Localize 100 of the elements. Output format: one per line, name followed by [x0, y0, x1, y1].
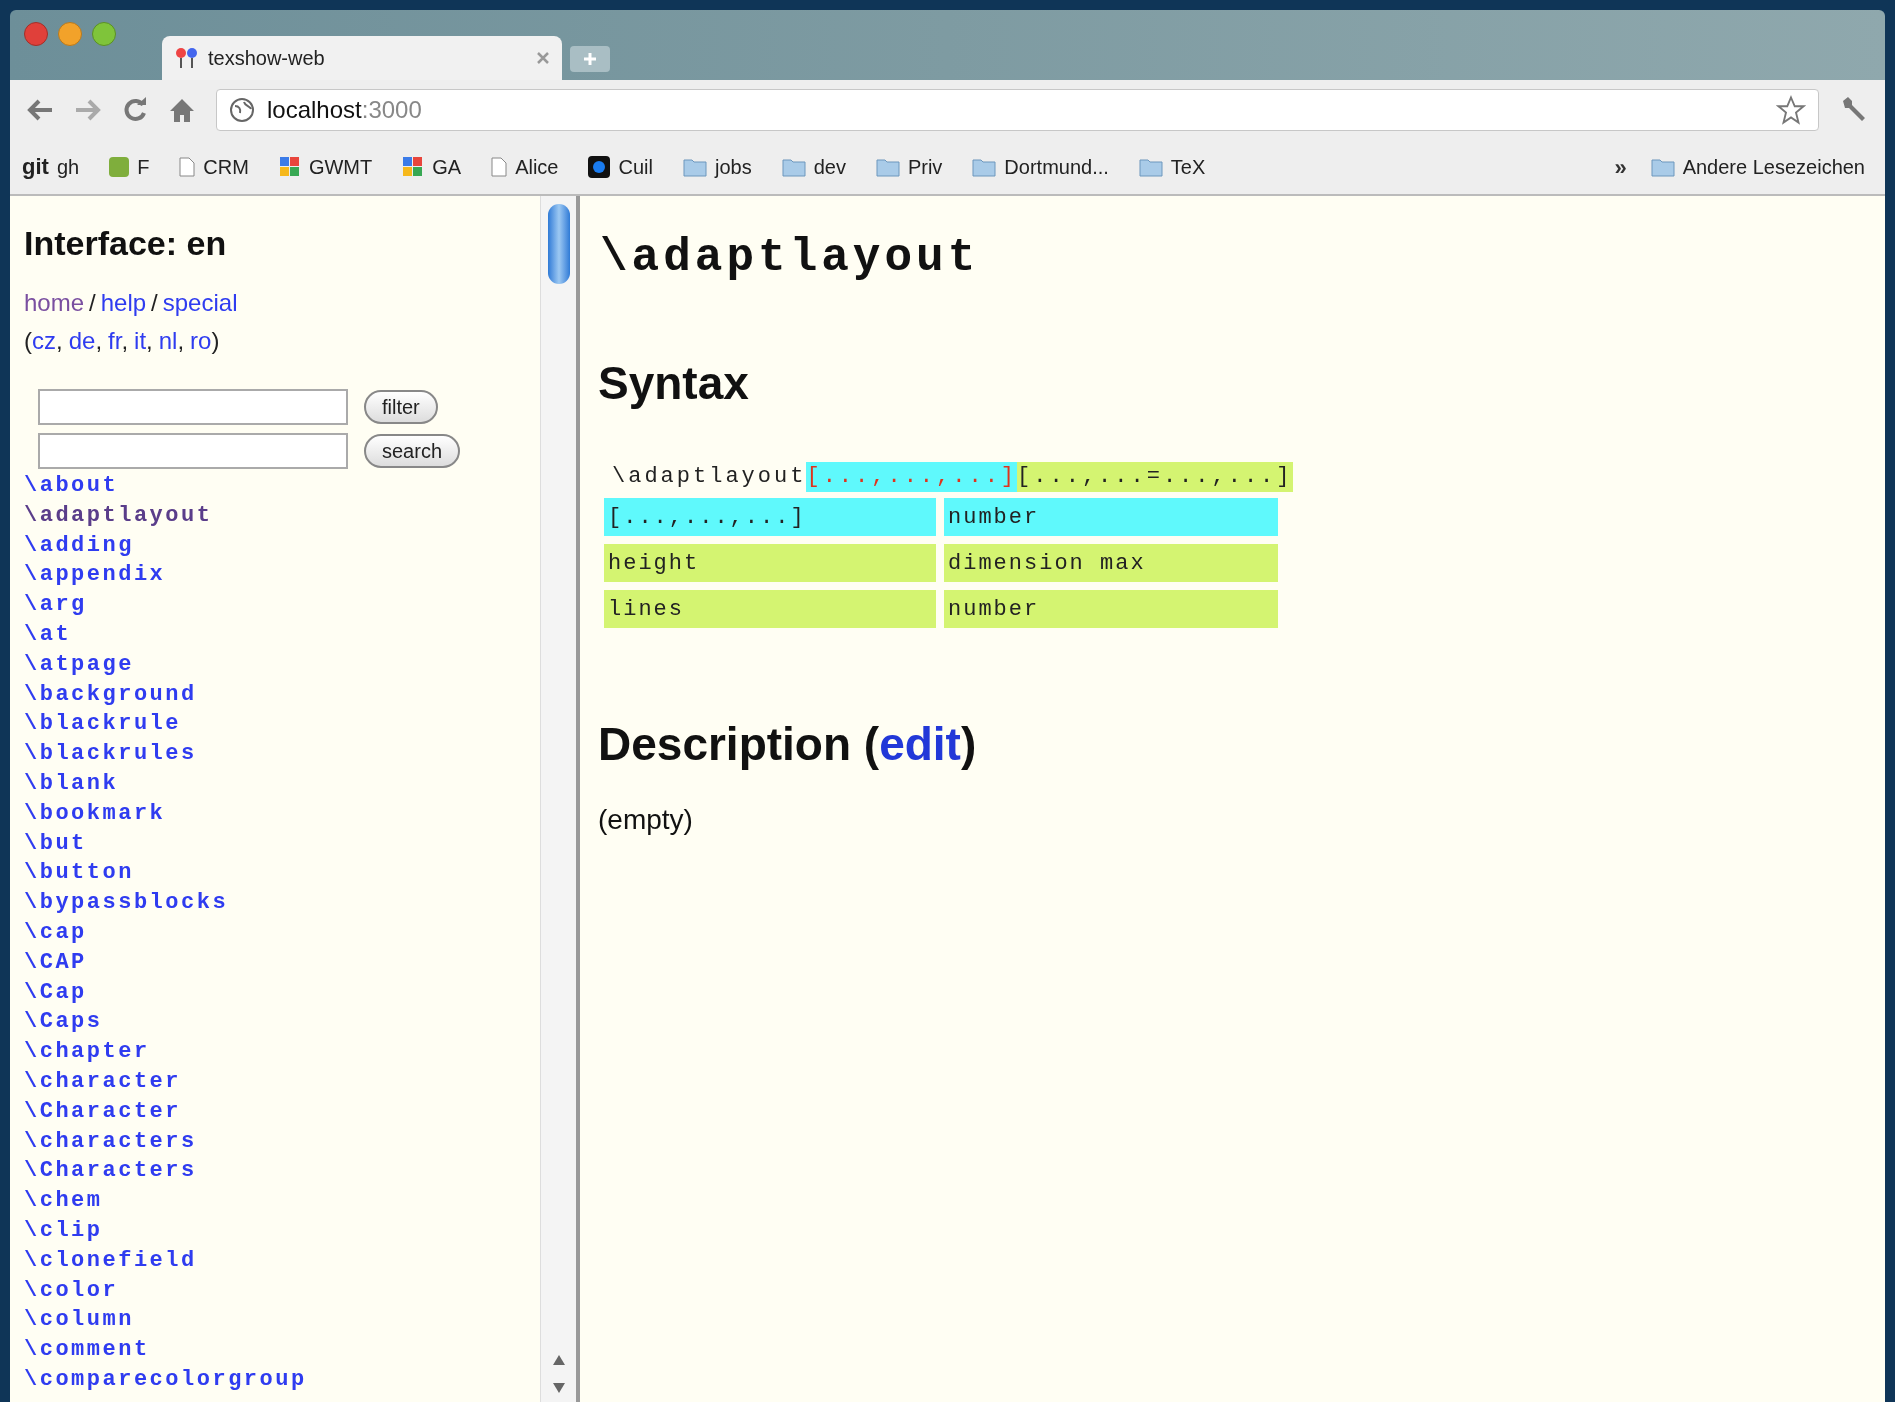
bookmark[interactable]: Cuil: [588, 152, 653, 182]
page-icon: [179, 157, 196, 177]
bookmark[interactable]: Alice: [491, 152, 559, 182]
reload-icon[interactable]: [122, 97, 148, 123]
plus-icon: [583, 52, 597, 66]
command-link[interactable]: \adaptlayout: [24, 500, 213, 531]
nav-link[interactable]: home: [24, 289, 85, 316]
command-link[interactable]: \about: [24, 471, 119, 501]
filter-field[interactable]: [38, 389, 348, 425]
command-link[interactable]: \but: [24, 828, 87, 859]
back-icon[interactable]: [26, 98, 54, 122]
bookmark[interactable]: dev: [781, 152, 846, 182]
nav-link[interactable]: special: [162, 289, 238, 316]
command-link[interactable]: \Character: [24, 1096, 182, 1127]
new-tab-button[interactable]: [570, 46, 610, 72]
argument-term: [...,...=...,...]: [1017, 462, 1293, 492]
bookmark[interactable]: F: [109, 152, 150, 182]
folder-icon: [1650, 157, 1675, 177]
bookmark[interactable]: Priv: [875, 152, 943, 182]
command-link[interactable]: \bookmark: [24, 798, 166, 829]
language-link[interactable]: de: [68, 327, 96, 354]
language-link[interactable]: nl: [158, 327, 178, 354]
command-link[interactable]: \color: [24, 1275, 119, 1306]
punctuation-text: (: [24, 327, 32, 354]
command-link[interactable]: \comment: [24, 1335, 150, 1365]
home-icon[interactable]: [168, 97, 196, 123]
folder-icon: [682, 157, 707, 177]
interface-title: Interface: en: [24, 223, 228, 264]
bookmark[interactable]: GA: [402, 152, 462, 182]
folder-icon: [1138, 157, 1163, 177]
bookmark[interactable]: CRM: [179, 152, 249, 182]
folder-icon: [875, 157, 900, 177]
scroll-up-icon[interactable]: [551, 1354, 566, 1366]
language-link[interactable]: cz: [32, 327, 56, 354]
punctuation-text: ,: [121, 327, 129, 354]
bookmark[interactable]: jobs: [682, 152, 752, 182]
command-link[interactable]: \adding: [24, 530, 134, 561]
browser-tab[interactable]: texshow-web: [162, 36, 562, 80]
command-link[interactable]: \Characters: [24, 1156, 197, 1187]
description-heading: Description (: [598, 718, 880, 770]
command-link[interactable]: \cap: [24, 917, 87, 948]
search-field[interactable]: [38, 433, 348, 469]
forward-icon[interactable]: [74, 98, 102, 122]
command-link[interactable]: \blackrules: [24, 739, 197, 769]
command-link[interactable]: \atpage: [24, 649, 134, 680]
language-link[interactable]: it: [134, 327, 147, 354]
command-link[interactable]: \background: [24, 679, 197, 710]
syntax-heading: Syntax: [598, 356, 750, 411]
url-text: localhost:3000: [267, 95, 423, 125]
language-link[interactable]: fr: [108, 327, 122, 354]
punctuation-text: ,: [146, 327, 153, 354]
heading-paren-text: ): [960, 718, 977, 770]
colored-blocks-icon: [402, 156, 425, 178]
scrollbar-thumb[interactable]: [547, 204, 570, 284]
command-link[interactable]: \characters: [24, 1126, 197, 1157]
command-link[interactable]: \appendix: [24, 560, 166, 591]
description-text: (empty): [598, 803, 694, 837]
page-icon: [491, 157, 508, 177]
bookmark[interactable]: Dortmund...: [972, 152, 1109, 182]
command-link[interactable]: \character: [24, 1066, 182, 1097]
separator-text: /: [89, 289, 96, 316]
bookmark[interactable]: GWMT: [278, 152, 373, 182]
command-link[interactable]: \chem: [24, 1186, 103, 1216]
command-link[interactable]: \at: [24, 620, 72, 650]
command-link[interactable]: \button: [24, 858, 134, 889]
command-link[interactable]: \column: [24, 1305, 134, 1336]
command-link[interactable]: \blank: [24, 768, 119, 799]
command-link[interactable]: \comparecolorgroup: [24, 1364, 307, 1395]
bookmark[interactable]: TeX: [1138, 152, 1206, 182]
tab-title: texshow-web: [208, 46, 326, 71]
filter-button[interactable]: filter: [364, 390, 438, 424]
command-link[interactable]: \Caps: [24, 1007, 103, 1038]
address-bar[interactable]: localhost:3000: [216, 89, 1819, 131]
star-icon[interactable]: [1776, 95, 1806, 125]
nav-link[interactable]: help: [100, 289, 147, 316]
colored-blocks-icon: [278, 156, 301, 178]
search-button[interactable]: search: [364, 434, 461, 468]
overflow-chevron[interactable]: »: [1614, 150, 1627, 184]
command-link[interactable]: \arg: [24, 590, 87, 620]
command-title: \adaptlayout: [600, 231, 981, 286]
command-link[interactable]: \chapter: [24, 1037, 150, 1067]
command-link[interactable]: \bypassblocks: [24, 888, 229, 918]
close-icon[interactable]: [536, 51, 550, 65]
bookmark[interactable]: git gh: [22, 152, 80, 182]
command-link[interactable]: \clip: [24, 1215, 103, 1246]
command-link[interactable]: \CAP: [24, 947, 87, 978]
command-name-text: \adaptlayout: [612, 463, 807, 491]
command-link[interactable]: \clonefield: [24, 1245, 197, 1276]
edit-link[interactable]: edit: [879, 718, 961, 770]
command-link[interactable]: \Cap: [24, 977, 87, 1008]
pin-icon: [174, 46, 200, 70]
argument-cell: number: [944, 498, 1278, 536]
close-window-button[interactable]: [24, 22, 48, 46]
folder-icon: [781, 157, 806, 177]
language-link[interactable]: ro: [190, 327, 212, 354]
bookmark[interactable]: Andere Lesezeichen: [1650, 152, 1865, 182]
scroll-down-icon[interactable]: [551, 1382, 566, 1394]
argument-cell: number: [944, 590, 1278, 628]
command-link[interactable]: \blackrule: [24, 709, 182, 740]
punctuation-text: ): [211, 327, 220, 354]
